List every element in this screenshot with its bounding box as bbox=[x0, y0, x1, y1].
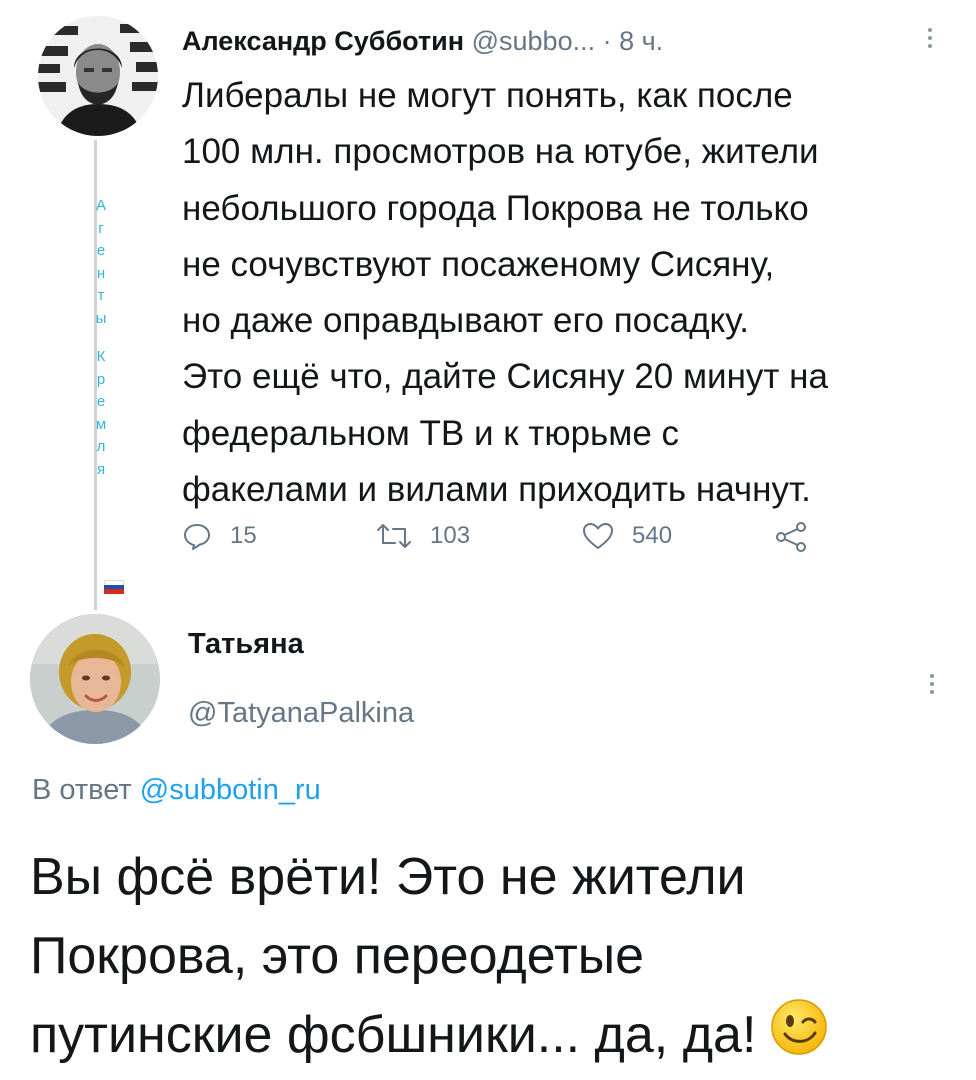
share-button[interactable] bbox=[774, 521, 826, 553]
in-reply-to-prefix: В ответ bbox=[32, 774, 140, 806]
author-avatar[interactable] bbox=[38, 16, 158, 136]
reply-author-avatar-photo bbox=[30, 614, 160, 744]
tweet-text-line: федеральном ТВ и к тюрьме с bbox=[182, 413, 680, 453]
reply-author-avatar[interactable] bbox=[30, 614, 160, 744]
reply-text-line: Покрова, это переодетые bbox=[30, 927, 645, 985]
bio-letter: т bbox=[97, 287, 105, 304]
reply-more-options-icon[interactable] bbox=[922, 668, 942, 694]
bio-letter: К bbox=[96, 348, 106, 365]
reply-author-name[interactable]: Татьяна bbox=[188, 628, 304, 661]
bio-letter: л bbox=[96, 438, 106, 455]
in-reply-to-mention[interactable]: @subbotin_ru bbox=[140, 774, 321, 806]
tweet-header: Александр Субботин @subbo... · 8 ч. bbox=[182, 22, 663, 60]
reply-text: Вы фсё врёти! Это не жители Покрова, это… bbox=[30, 838, 970, 1079]
author-avatar-photo bbox=[38, 16, 158, 136]
reply-text-line: Вы фсё врёти! Это не жители bbox=[30, 848, 746, 906]
bio-gap bbox=[86, 330, 116, 346]
bio-letter: е bbox=[96, 242, 106, 259]
tweet-text-line: 100 млн. просмотров на ютубе, жители bbox=[182, 132, 819, 172]
wink-emoji-icon bbox=[770, 998, 828, 1079]
retweet-button[interactable]: 103 bbox=[376, 521, 470, 551]
retweet-icon bbox=[377, 524, 411, 548]
bio-letter: е bbox=[96, 393, 106, 410]
tweet-text-line: но даже оправдывают его посадку. bbox=[182, 301, 749, 341]
vertical-bio-text: АгентыКремля bbox=[86, 195, 116, 481]
like-count: 540 bbox=[632, 522, 673, 549]
like-icon bbox=[583, 523, 613, 549]
bio-letter: я bbox=[96, 460, 106, 478]
retweet-count: 103 bbox=[430, 522, 471, 549]
reply-icon bbox=[184, 524, 210, 550]
share-icon bbox=[776, 522, 806, 552]
reply-author-handle[interactable]: @TatyanaPalkina bbox=[188, 697, 414, 730]
bio-letter: г bbox=[98, 219, 104, 237]
reply-text-line: путинские фсбшники... да, да! bbox=[30, 1006, 757, 1064]
bio-letter: ы bbox=[95, 309, 107, 327]
tweet-text-line: не сочувствуют посаженому Сисяну, bbox=[182, 244, 775, 284]
tweet-text: Либералы не могут понять, как после 100 … bbox=[182, 68, 962, 518]
tweet-text-line: Либералы не могут понять, как после bbox=[182, 76, 793, 115]
tweet-time[interactable]: · 8 ч. bbox=[603, 26, 664, 56]
in-reply-to: В ответ @subbotin_ru bbox=[32, 774, 321, 807]
reply-text-line-with-emoji: путинские фсбшники... да, да! bbox=[30, 996, 970, 1079]
tweet-text-line: небольшого города Покрова не только bbox=[182, 188, 809, 228]
reply-button[interactable]: 15 bbox=[182, 521, 257, 551]
author-name[interactable]: Александр Субботин bbox=[182, 26, 464, 56]
flag-ru-icon bbox=[104, 580, 124, 594]
bio-letter: м bbox=[95, 415, 107, 433]
bio-letter: р bbox=[96, 370, 106, 388]
like-button[interactable]: 540 bbox=[582, 521, 672, 551]
bio-letter: А bbox=[95, 197, 106, 214]
reply-count: 15 bbox=[230, 522, 257, 549]
tweet-text-line: Это ещё что, дайте Сисяну 20 минут на bbox=[182, 357, 828, 397]
tweet-text-line: факелами и вилами приходить начнут. bbox=[182, 470, 811, 510]
more-options-icon[interactable] bbox=[920, 22, 940, 48]
bio-letter: н bbox=[96, 264, 106, 282]
author-handle[interactable]: @subbo... bbox=[472, 26, 595, 56]
